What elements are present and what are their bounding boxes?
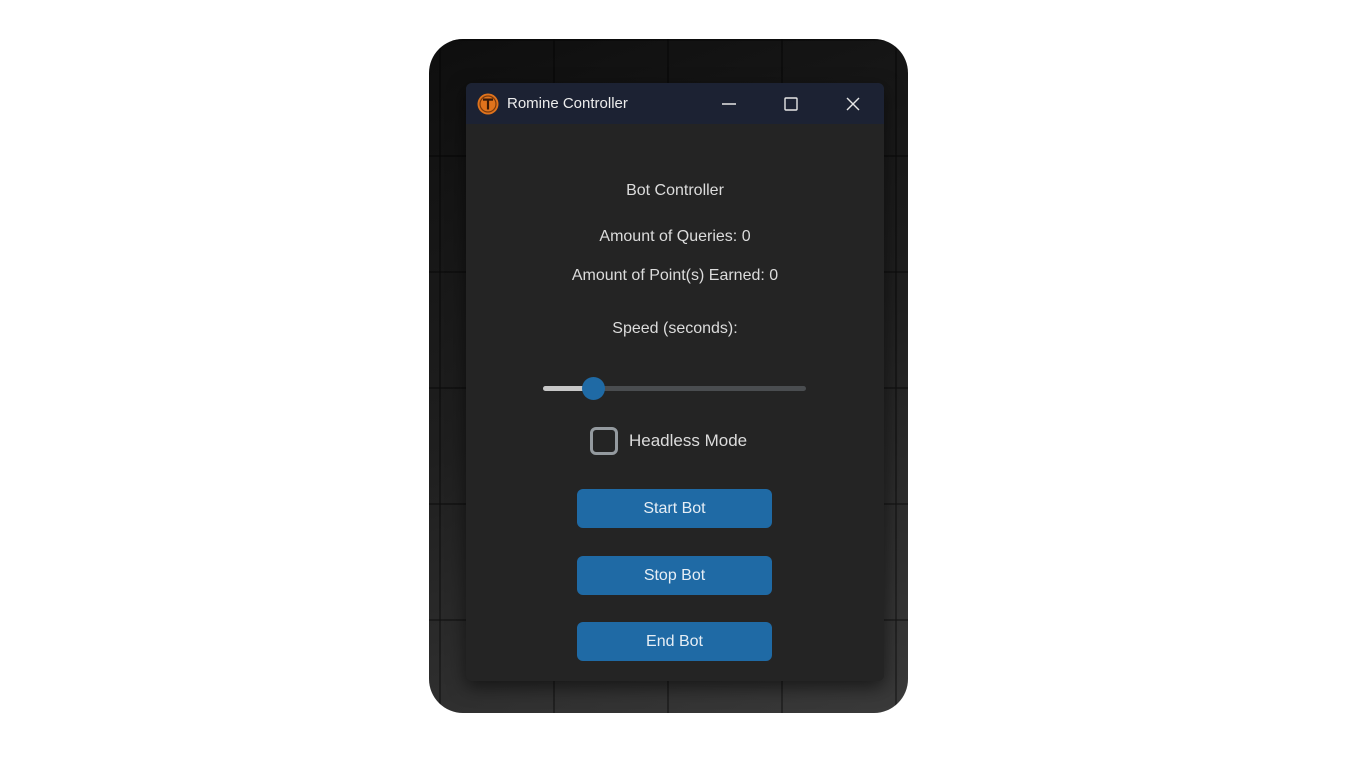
stop-bot-button[interactable]: Stop Bot xyxy=(577,556,772,595)
headless-mode-toggle[interactable]: Headless Mode xyxy=(590,427,747,455)
romine-logo-icon xyxy=(477,93,499,115)
controller-panel: Bot Controller Amount of Queries: 0 Amou… xyxy=(466,124,884,681)
speed-label: Speed (seconds): xyxy=(612,320,738,337)
slider-thumb[interactable] xyxy=(581,377,605,400)
window-title: Romine Controller xyxy=(507,95,628,112)
screenshot-stage: Romine Controller Bot Controller Amount … xyxy=(0,0,1366,768)
app-window: Romine Controller Bot Controller Amount … xyxy=(466,83,884,681)
maximize-icon xyxy=(784,96,798,111)
minimize-button[interactable] xyxy=(698,83,760,124)
end-bot-button[interactable]: End Bot xyxy=(577,622,772,661)
points-earned-label: Amount of Point(s) Earned: 0 xyxy=(571,267,779,284)
headless-mode-checkbox[interactable] xyxy=(590,427,618,455)
minimize-icon xyxy=(722,102,736,105)
panel-heading: Bot Controller xyxy=(626,182,724,199)
close-icon xyxy=(846,97,860,110)
speed-slider[interactable] xyxy=(543,377,806,400)
queries-count-label: Amount of Queries: 0 xyxy=(599,228,751,245)
maximize-button[interactable] xyxy=(760,83,822,124)
headless-mode-label: Headless Mode xyxy=(629,431,748,450)
start-bot-button[interactable]: Start Bot xyxy=(577,489,772,528)
title-bar[interactable]: Romine Controller xyxy=(466,83,884,124)
close-button[interactable] xyxy=(822,83,884,124)
